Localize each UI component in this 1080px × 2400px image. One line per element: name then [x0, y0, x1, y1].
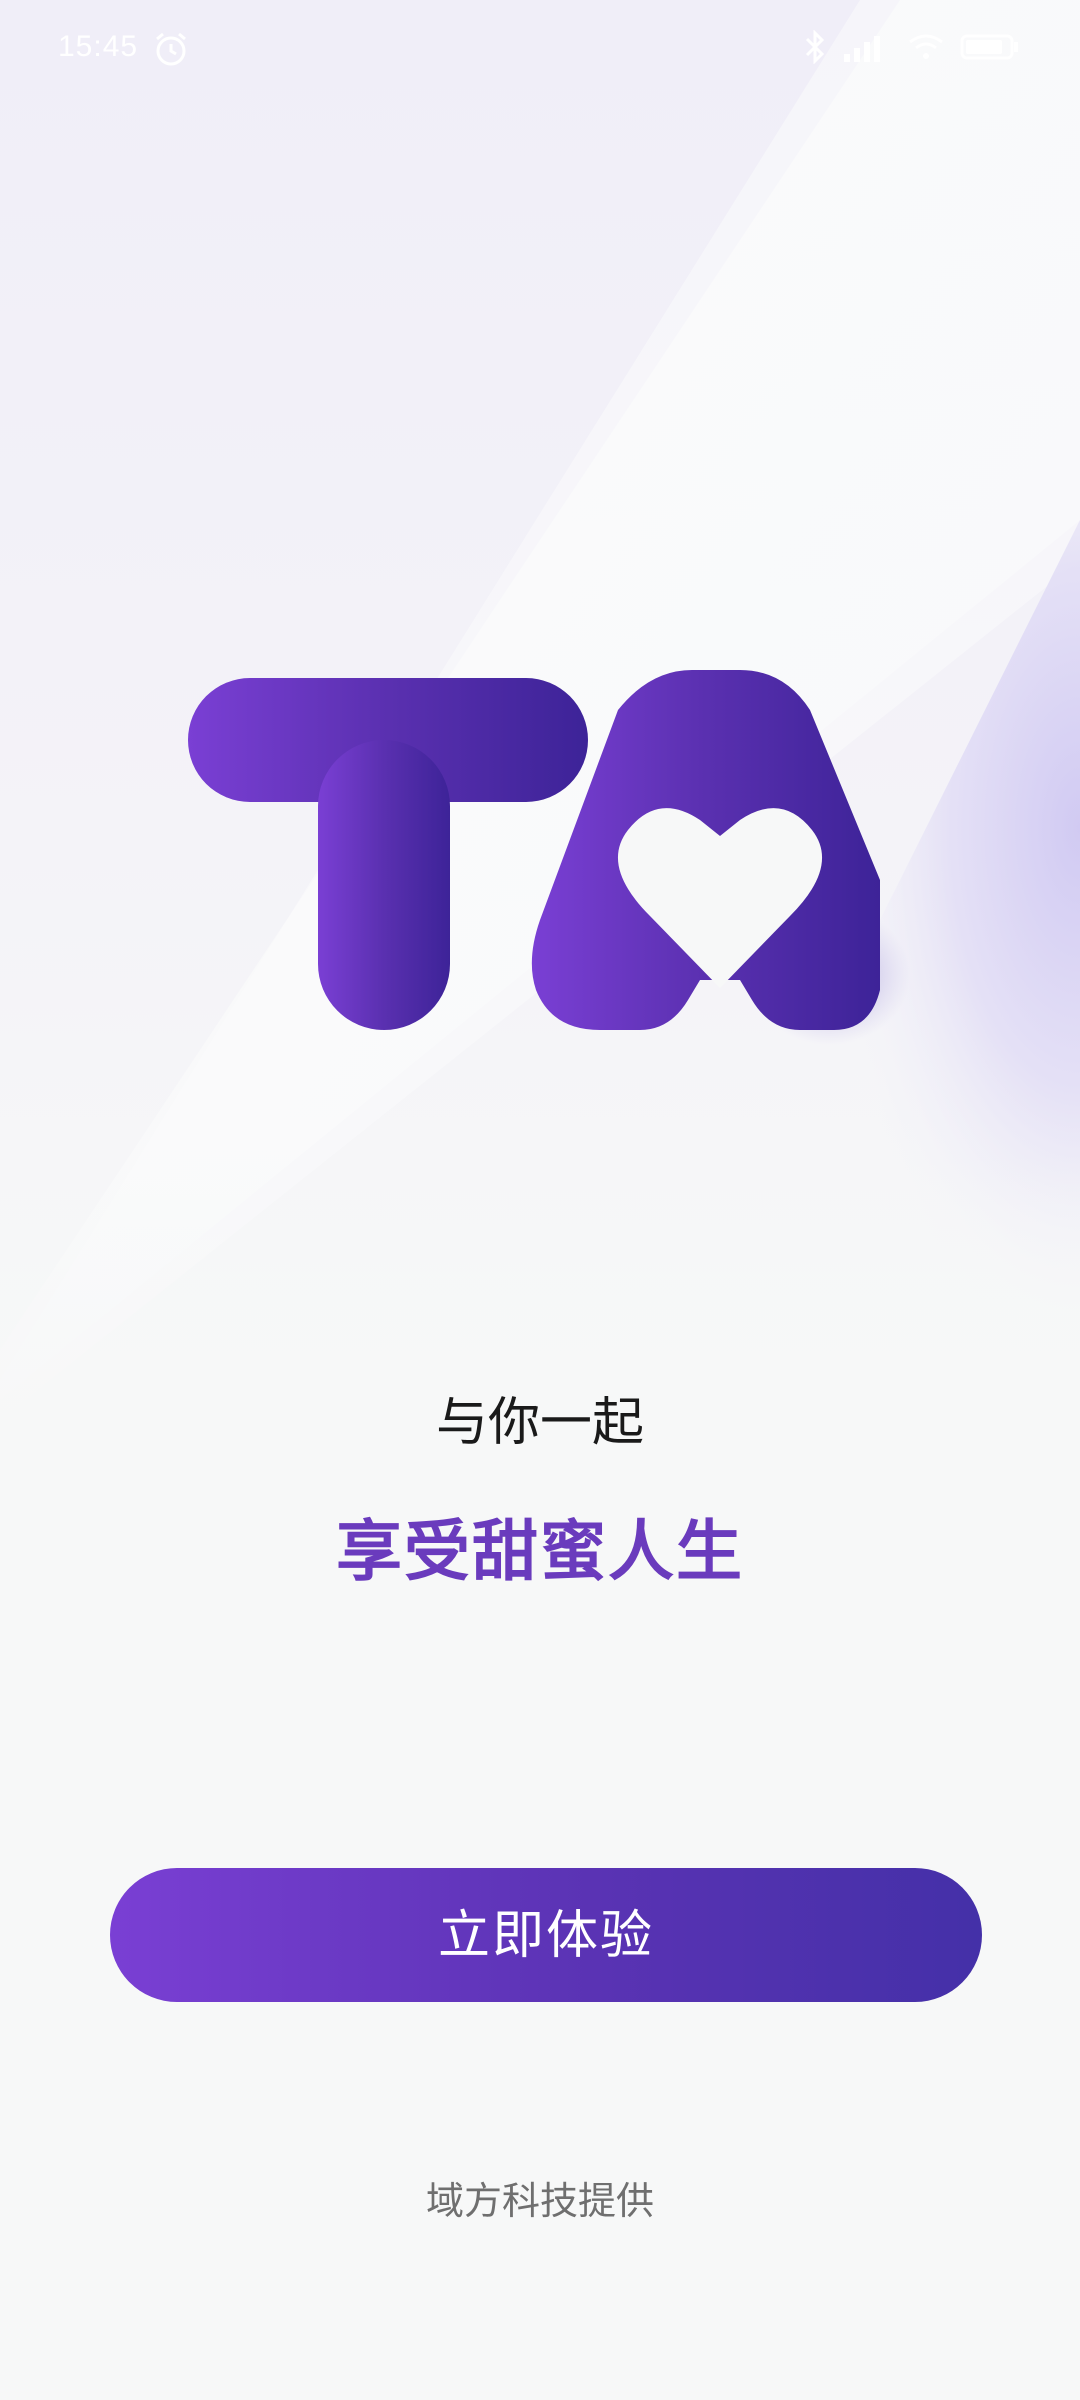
background-decoration [0, 0, 1080, 2400]
signal-icon [844, 36, 880, 62]
wifi-icon [909, 34, 943, 59]
battery-icon [960, 34, 1018, 60]
provider-credit: 域方科技提供 [425, 2179, 654, 2223]
tagline-secondary: 享受甜蜜人生 [336, 1513, 744, 1590]
splash-screen: 15:45 与你一起 享受甜蜜人生 立即体验 域方科技提供 [0, 0, 1080, 2400]
start-experience-button[interactable]: 立即体验 [110, 1868, 982, 2002]
alarm-icon [156, 32, 186, 66]
tagline-primary: 与你一起 [435, 1393, 644, 1453]
ta-logo [188, 670, 880, 1030]
status-time: 15:45 [58, 30, 139, 63]
status-bar: 15:45 [0, 0, 1080, 100]
status-icons [802, 30, 1020, 64]
logo-letter-t [188, 678, 588, 1030]
bluetooth-icon [805, 30, 825, 64]
